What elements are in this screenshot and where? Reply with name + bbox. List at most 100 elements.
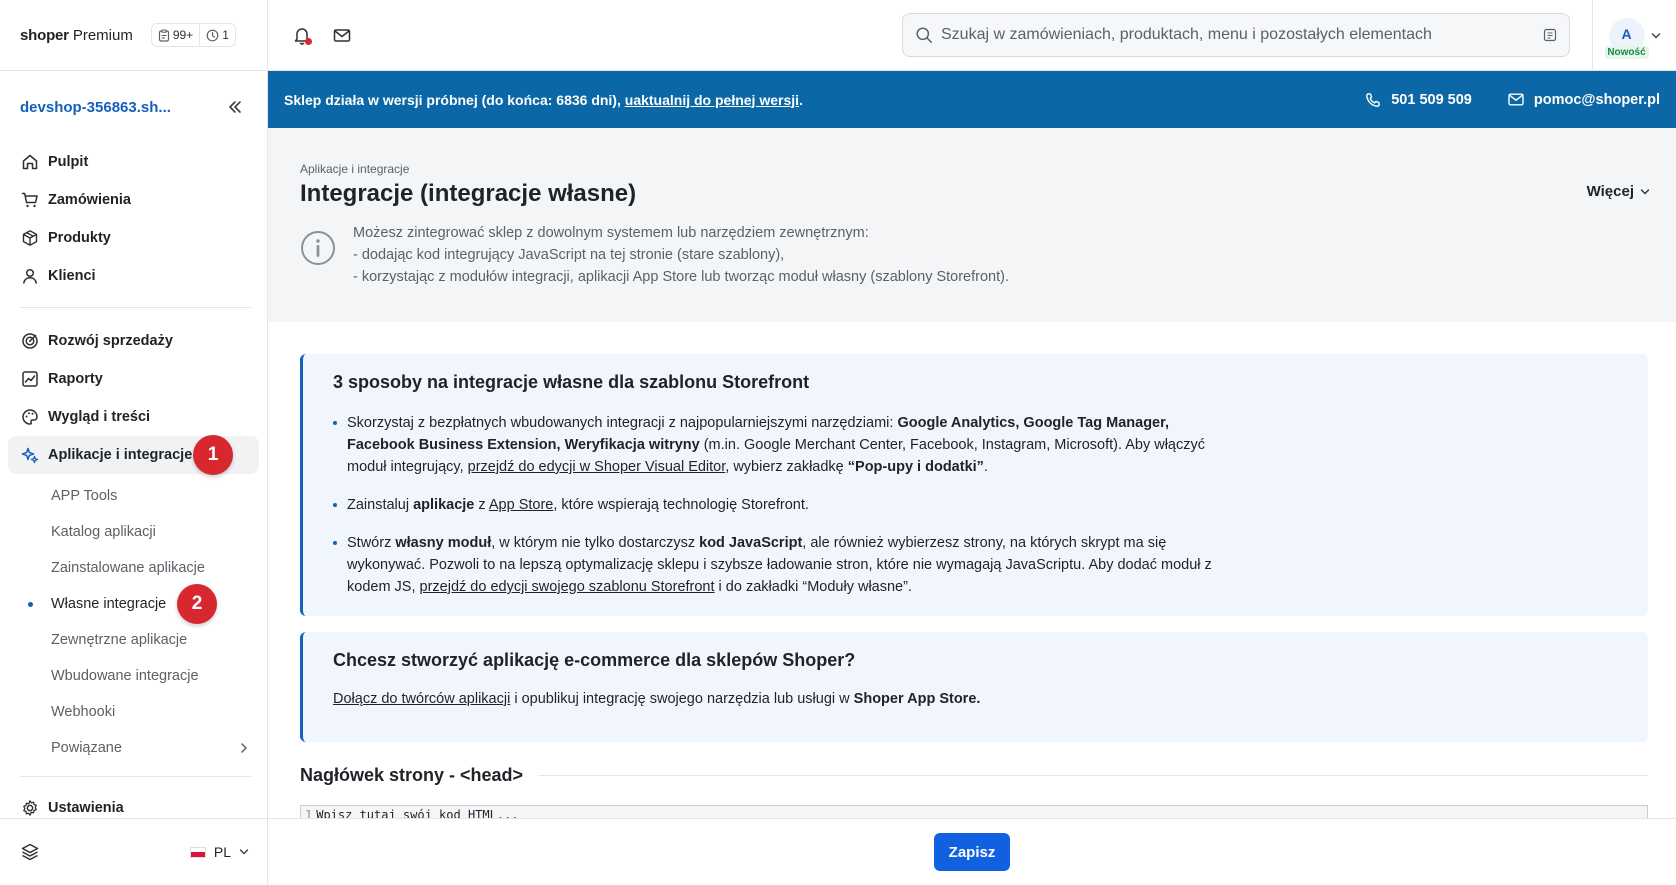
sub-item-zewnetrzne-aplikacje[interactable]: Zewnętrzne aplikacje — [0, 622, 267, 658]
sparkle-icon — [20, 445, 40, 465]
nav-item-produkty[interactable]: Produkty — [8, 219, 259, 257]
list-item: Stwórz własny moduł, w którym nie tylko … — [333, 532, 1213, 598]
info-line: - dodając kod integrujący JavaScript na … — [353, 247, 785, 263]
language-code: PL — [213, 844, 231, 860]
save-button[interactable]: Zapisz — [934, 833, 1010, 871]
sub-item-wbudowane-integracje[interactable]: Wbudowane integracje — [0, 658, 267, 694]
page-title: Integracje (integracje własne) — [300, 180, 637, 207]
poland-flag-icon — [189, 846, 206, 858]
card-title: Chcesz stworzyć aplikację e-commerce dla… — [333, 650, 856, 670]
head-section-header: Nagłówek strony - <head> — [300, 765, 1648, 786]
text: . — [983, 459, 988, 475]
app-developer-card: Chcesz stworzyć aplikację e-commerce dla… — [300, 632, 1648, 742]
breadcrumb[interactable]: Aplikacje i integracje — [300, 162, 1644, 176]
sub-item-label: Zainstalowane aplikacje — [51, 560, 205, 576]
join-developers-link[interactable]: Dołącz do twórców aplikacji — [333, 691, 510, 707]
sub-item-powiazane[interactable]: Powiązane — [0, 730, 267, 766]
annotation-marker-2: 2 — [177, 584, 217, 624]
nav-label: Klienci — [48, 268, 96, 284]
tasks-counter[interactable]: 99+ — [152, 24, 199, 46]
info-box: Możesz zintegrować sklep z dowolnym syst… — [300, 222, 1644, 288]
phone-icon — [1365, 92, 1381, 108]
nav-label: Produkty — [48, 230, 111, 246]
collapse-sidebar-button[interactable] — [223, 95, 247, 119]
bold-text: aplikacje — [413, 497, 475, 513]
sub-item-label: Zewnętrzne aplikacje — [51, 632, 188, 648]
nav-item-raporty[interactable]: Raporty — [8, 360, 259, 398]
shop-name-link[interactable]: devshop-356863.sh... — [20, 99, 171, 116]
more-button[interactable]: Więcej — [1587, 183, 1650, 200]
nav-item-wyglad-i-tresci[interactable]: Wygląd i treści — [8, 398, 259, 436]
section-divider — [539, 775, 1648, 776]
sub-item-wlasne-integracje[interactable]: Własne integracje 2 — [0, 584, 267, 624]
chevron-down-icon — [1651, 32, 1661, 40]
account-menu[interactable]: A Nowość — [1592, 0, 1676, 71]
messages-button[interactable] — [322, 15, 362, 55]
text: , które wspierają technologię Storefront… — [553, 497, 809, 513]
keyboard-shortcut-icon[interactable] — [1543, 28, 1557, 42]
cart-icon — [20, 190, 40, 210]
info-line: Możesz zintegrować sklep z dowolnym syst… — [353, 225, 869, 241]
sub-item-label: Wbudowane integracje — [51, 668, 199, 684]
text: Zainstaluj — [347, 497, 414, 513]
user-icon — [20, 266, 40, 286]
shoper-logo[interactable]: shoper Premium — [20, 27, 133, 44]
visual-editor-link[interactable]: przejdź do edycji w Shoper Visual Editor — [468, 459, 726, 475]
text: , w którym nie tylko dostarczysz — [491, 535, 700, 551]
nav-item-zamowienia[interactable]: Zamówienia — [8, 181, 259, 219]
nav-divider — [20, 776, 251, 777]
mail-icon — [1508, 93, 1524, 106]
mail-icon — [333, 28, 351, 42]
storefront-template-link[interactable]: przejdź do edycji swojego szablonu Store… — [420, 579, 715, 595]
chevron-right-icon — [239, 742, 249, 754]
clipboard-icon — [158, 28, 170, 42]
nav-item-pulpit[interactable]: Pulpit — [8, 143, 259, 181]
counters: 99+ 1 — [150, 23, 236, 47]
sub-item-katalog-aplikacji[interactable]: Katalog aplikacji — [0, 514, 267, 550]
card-title: 3 sposoby na integracje własne dla szabl… — [333, 372, 810, 392]
nav-label: Ustawienia — [48, 800, 124, 816]
trial-text-suffix: . — [799, 91, 803, 108]
nav-item-aplikacje-i-integracje[interactable]: Aplikacje i integracje 1 — [8, 435, 259, 475]
avatar-initial: A — [1621, 25, 1632, 42]
clock-icon — [206, 29, 219, 42]
palette-icon — [20, 407, 40, 427]
action-footer: Zapisz — [268, 818, 1676, 885]
annotation-marker-1: 1 — [193, 435, 233, 475]
head-code-editor[interactable]: 1 Wpisz tutaj swój kod HTML... — [300, 805, 1648, 818]
sub-item-zainstalowane-aplikacje[interactable]: Zainstalowane aplikacje — [0, 550, 267, 586]
home-icon — [20, 152, 40, 172]
sidebar-footer: PL — [0, 818, 267, 885]
support-phone[interactable]: 501 509 509 — [1365, 92, 1472, 108]
logo-brand: shoper — [20, 26, 69, 44]
text: z — [474, 497, 489, 513]
box-icon — [20, 228, 40, 248]
nav-label: Aplikacje i integracje — [48, 447, 193, 463]
notifications-button[interactable] — [282, 15, 322, 55]
bold-text: własny moduł — [395, 535, 492, 551]
nav-item-rozwoj-sprzedazy[interactable]: Rozwój sprzedaży — [8, 322, 259, 360]
nav-label: Zamówienia — [48, 192, 131, 208]
line-number: 1 — [305, 808, 313, 818]
nav-item-klienci[interactable]: Klienci — [8, 257, 259, 295]
storefront-integrations-card: 3 sposoby na integracje własne dla szabl… — [300, 354, 1648, 616]
trial-text-prefix: Sklep działa w wersji próbnej (do końca:… — [284, 91, 625, 108]
avatar[interactable]: A Nowość — [1604, 17, 1649, 59]
app-store-link[interactable]: App Store — [489, 497, 554, 513]
language-selector[interactable]: PL — [189, 844, 249, 860]
info-icon — [300, 230, 336, 266]
upgrade-link[interactable]: uaktualnij do pełnej wersji — [625, 92, 799, 108]
bold-text: kod JavaScript — [699, 535, 803, 551]
sub-item-app-tools[interactable]: APP Tools — [0, 478, 267, 514]
trial-banner: Sklep działa w wersji próbnej (do końca:… — [268, 71, 1676, 128]
search-input[interactable] — [941, 26, 1543, 44]
sub-item-webhooki[interactable]: Webhooki — [0, 694, 267, 730]
text: Skorzystaj z bezpłatnych wbudowanych int… — [347, 415, 898, 431]
text: Stwórz — [347, 535, 396, 551]
nav-label: Raporty — [48, 371, 103, 387]
layers-icon[interactable] — [20, 842, 40, 862]
list-item: Skorzystaj z bezpłatnych wbudowanych int… — [333, 412, 1213, 478]
history-counter[interactable]: 1 — [199, 24, 235, 46]
shop-row: devshop-356863.sh... — [0, 71, 267, 143]
support-email[interactable]: pomoc@shoper.pl — [1508, 92, 1660, 108]
